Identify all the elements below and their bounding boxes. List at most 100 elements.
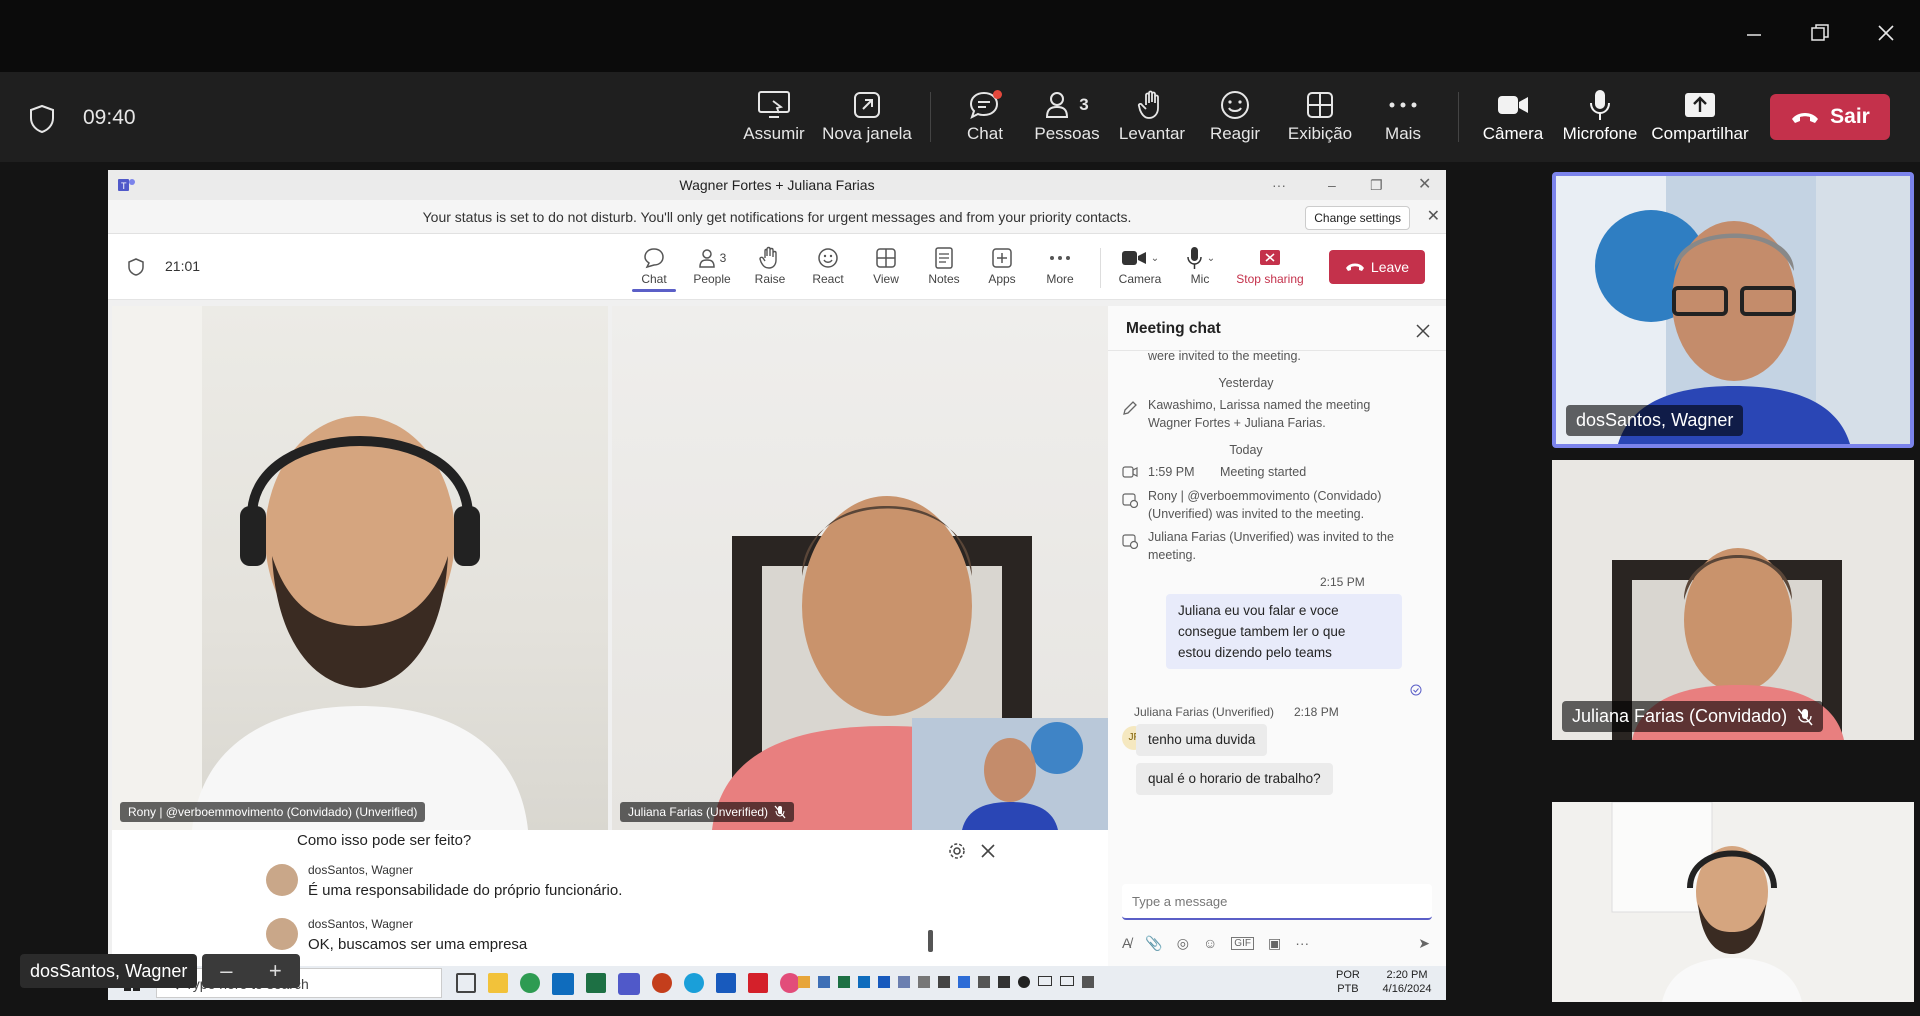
- tray-icon-9[interactable]: [958, 976, 970, 988]
- word-icon[interactable]: [716, 973, 736, 993]
- tray-icon-7[interactable]: [918, 976, 930, 988]
- inner-chat-button[interactable]: Chat: [626, 244, 682, 292]
- share-button[interactable]: Compartilhar: [1650, 86, 1750, 152]
- camera-label: Câmera: [1482, 124, 1544, 143]
- chat-event-rony-2: (Unverified) was invited to the meeting.: [1148, 507, 1365, 521]
- received-message-2[interactable]: qual é o horario de trabalho?: [1136, 763, 1333, 795]
- powerpoint-icon[interactable]: [652, 973, 672, 993]
- inner-apps-button[interactable]: Apps: [974, 244, 1030, 286]
- camera-button[interactable]: Câmera: [1478, 86, 1548, 152]
- snipping-icon[interactable]: [780, 973, 800, 993]
- volume-icon[interactable]: [1082, 976, 1094, 988]
- view-button[interactable]: Exibição: [1282, 86, 1358, 152]
- participant-name-juliana-text: Juliana Farias (Convidado): [1572, 706, 1788, 726]
- dnd-close-icon[interactable]: ✕: [1427, 200, 1440, 234]
- video-tile-self-preview[interactable]: [912, 718, 1108, 830]
- inner-more-icon[interactable]: ···: [1272, 170, 1286, 200]
- react-icon: [1221, 91, 1249, 119]
- chat-active-indicator: [632, 289, 676, 292]
- loop-icon[interactable]: ◎: [1177, 935, 1189, 952]
- chrome-icon[interactable]: [520, 973, 540, 993]
- tray-icon-10[interactable]: [978, 976, 990, 988]
- leave-button[interactable]: Sair: [1770, 94, 1890, 140]
- react-button[interactable]: Reagir: [1202, 86, 1268, 152]
- sent-message-bubble[interactable]: Juliana eu vou falar e voce consegue tam…: [1166, 594, 1402, 669]
- sticker-icon[interactable]: ▣: [1268, 935, 1281, 952]
- received-message-1[interactable]: tenho uma duvida: [1136, 724, 1268, 756]
- inner-view-button[interactable]: View: [858, 244, 914, 286]
- inner-people-button[interactable]: 3 People: [684, 244, 740, 286]
- inner-minimize-icon[interactable]: –: [1328, 170, 1336, 200]
- file-explorer-icon[interactable]: [488, 973, 508, 993]
- caption-scrollbar[interactable]: [928, 930, 933, 952]
- zoom-out-icon[interactable]: –: [220, 958, 232, 984]
- more-button[interactable]: Mais: [1372, 86, 1434, 152]
- inner-close-icon[interactable]: ✕: [1418, 170, 1431, 200]
- network-icon[interactable]: [1060, 976, 1074, 986]
- inner-more-button[interactable]: More: [1032, 244, 1088, 286]
- participant-tile-juliana[interactable]: Juliana Farias (Convidado): [1552, 460, 1914, 740]
- acrobat-icon[interactable]: [748, 973, 768, 993]
- video-tile-rony[interactable]: Rony | @verboemmovimento (Convidado) (Un…: [112, 306, 608, 830]
- tray-icon-4[interactable]: [858, 976, 870, 988]
- teams-icon[interactable]: [618, 973, 640, 995]
- microphone-tray-icon[interactable]: [1018, 976, 1030, 988]
- chat-close-icon[interactable]: [1416, 324, 1430, 338]
- inner-camera-button[interactable]: ⌄ Camera: [1112, 244, 1168, 286]
- attach-icon[interactable]: 📎: [1145, 935, 1162, 952]
- tray-icon-1[interactable]: [798, 976, 810, 988]
- stop-sharing-button[interactable]: Stop sharing: [1232, 244, 1308, 286]
- taskbar-language[interactable]: POR PTB: [1336, 968, 1360, 996]
- new-window-label: Nova janela: [822, 124, 912, 143]
- new-window-button[interactable]: Nova janela: [822, 86, 912, 152]
- taskbar-apps: [456, 973, 800, 995]
- invite-icon-2: [1122, 534, 1138, 549]
- inner-camera-label: Camera: [1118, 272, 1162, 286]
- send-icon[interactable]: ➤: [1418, 935, 1430, 952]
- inner-window-title: Wagner Fortes + Juliana Farias: [679, 177, 875, 193]
- inner-leave-label: Leave: [1370, 259, 1410, 275]
- zoom-in-icon[interactable]: +: [269, 958, 282, 984]
- raise-hand-button[interactable]: Levantar: [1116, 86, 1188, 152]
- people-icon: [1046, 92, 1069, 118]
- minimize-button[interactable]: [1730, 16, 1778, 56]
- chat-event-renamed-2: Wagner Fortes + Juliana Farias.: [1148, 416, 1326, 430]
- inner-notes-button[interactable]: Notes: [916, 244, 972, 286]
- people-button[interactable]: 3 Pessoas: [1032, 86, 1102, 152]
- microphone-button[interactable]: Microfone: [1560, 86, 1640, 152]
- change-settings-button[interactable]: Change settings: [1305, 206, 1410, 230]
- tray-icon-2[interactable]: [818, 976, 830, 988]
- format-icon[interactable]: A̸: [1122, 935, 1131, 951]
- tray-icon-11[interactable]: [998, 976, 1010, 988]
- emoji-icon[interactable]: ☺: [1203, 935, 1217, 951]
- task-view-icon[interactable]: [456, 973, 476, 993]
- tray-icon-8[interactable]: [938, 976, 950, 988]
- inner-mic-button[interactable]: ⌄ Mic: [1172, 244, 1228, 286]
- participant-tile-wagner[interactable]: dosSantos, Wagner: [1552, 172, 1914, 448]
- inner-restore-icon[interactable]: ❐: [1370, 170, 1383, 200]
- tray-icon-6[interactable]: [898, 976, 910, 988]
- inner-react-button[interactable]: React: [800, 244, 856, 286]
- outlook-icon[interactable]: [552, 973, 574, 995]
- participant-tile-rony[interactable]: [1552, 802, 1914, 1002]
- assume-button[interactable]: Assumir: [740, 86, 808, 152]
- edge-icon[interactable]: [684, 973, 704, 993]
- mic-off-icon: [774, 805, 786, 819]
- caption-close-icon[interactable]: [980, 843, 996, 859]
- restore-button[interactable]: [1796, 16, 1844, 56]
- compose-more-icon[interactable]: ···: [1295, 935, 1309, 951]
- chat-button[interactable]: Chat: [950, 86, 1020, 152]
- battery-icon[interactable]: [1038, 976, 1052, 986]
- tray-icon-3[interactable]: [838, 976, 850, 988]
- people-label: Pessoas: [1034, 124, 1100, 143]
- excel-icon[interactable]: [586, 973, 606, 993]
- chat-message-input[interactable]: Type a message: [1122, 884, 1432, 920]
- taskbar-clock[interactable]: 2:20 PM 4/16/2024: [1376, 968, 1438, 996]
- gif-icon[interactable]: GIF: [1231, 936, 1254, 950]
- caption-settings-icon[interactable]: [948, 842, 966, 860]
- inner-raise-button[interactable]: Raise: [742, 244, 798, 286]
- tray-icon-5[interactable]: [878, 976, 890, 988]
- close-button[interactable]: [1862, 16, 1910, 56]
- inner-leave-button[interactable]: Leave: [1329, 250, 1425, 284]
- chat-input-placeholder: Type a message: [1132, 894, 1228, 909]
